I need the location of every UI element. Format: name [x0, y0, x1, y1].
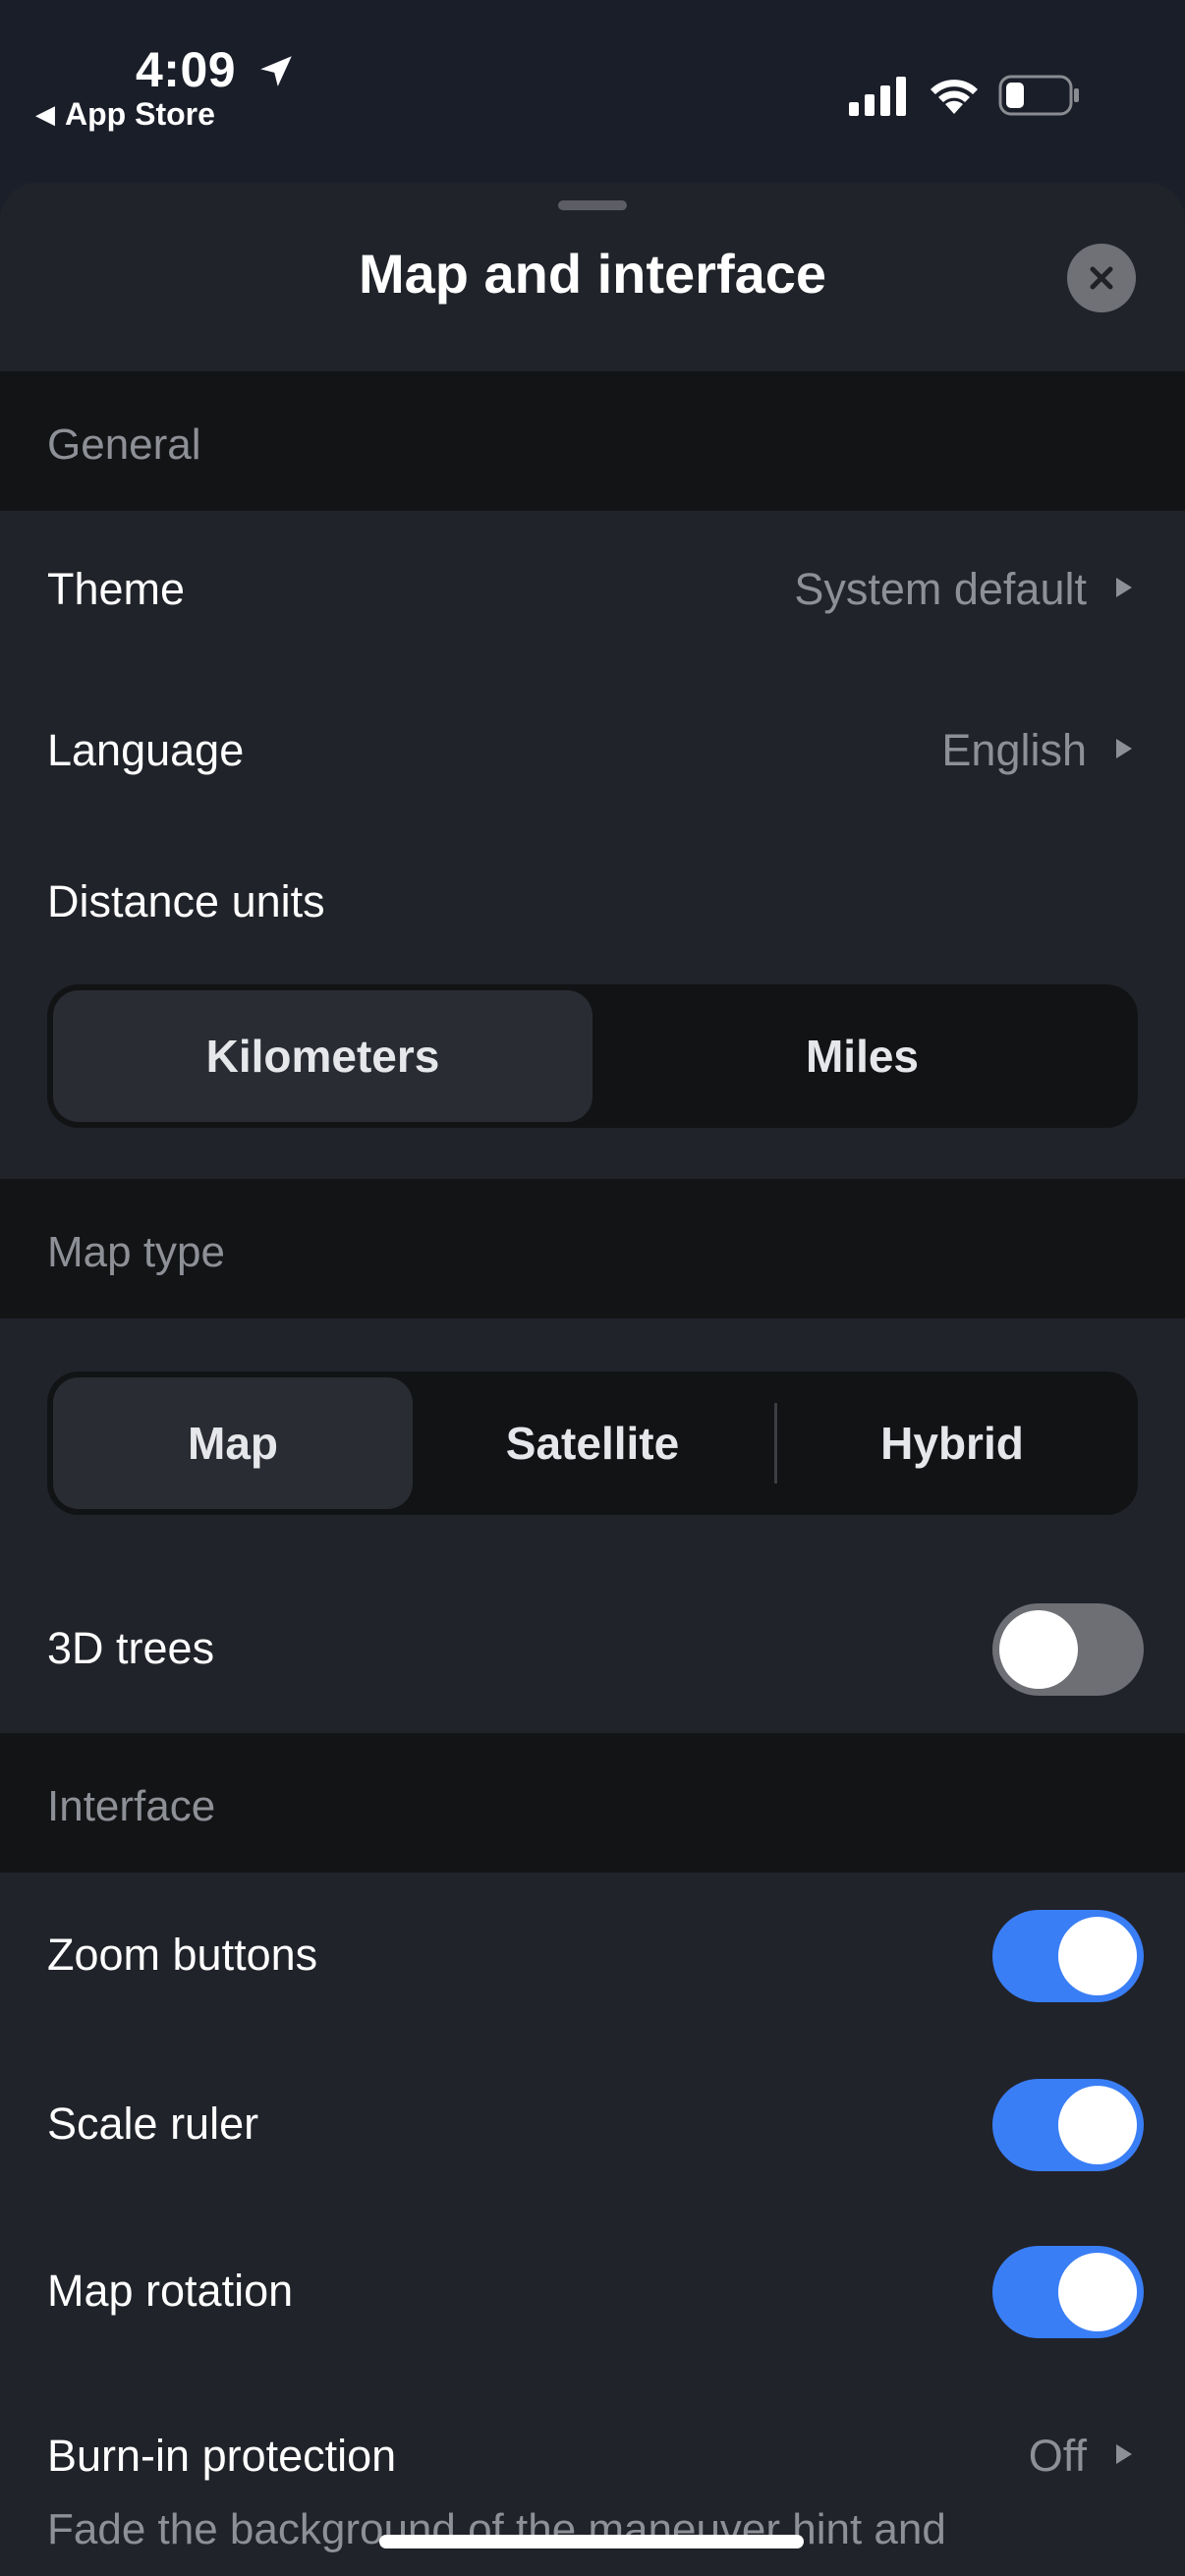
language-label: Language	[47, 725, 245, 775]
toggle-knob	[1058, 1917, 1137, 1995]
page-title: Map and interface	[358, 243, 827, 305]
scale-ruler-label: Scale ruler	[47, 2099, 259, 2149]
zoom-buttons-toggle[interactable]	[992, 1910, 1144, 2002]
back-app-label: App Store	[65, 96, 215, 132]
section-header-interface: Interface	[0, 1733, 1185, 1873]
distance-units-label: Distance units	[47, 876, 325, 926]
burn-in-value: Off	[1028, 2431, 1087, 2481]
status-time: 4:09	[136, 42, 237, 97]
toggle-knob	[1058, 2086, 1137, 2164]
sheet-grabber[interactable]	[558, 200, 627, 210]
toggle-knob	[999, 1610, 1078, 1689]
segment-satellite[interactable]: Satellite	[413, 1377, 772, 1509]
settings-sheet: Map and interface General Theme System d…	[0, 183, 1185, 2576]
distance-units-control: Kilometers Miles	[47, 984, 1138, 1128]
wifi-icon	[931, 80, 978, 114]
segment-miles[interactable]: Miles	[592, 990, 1132, 1122]
section-header-general: General	[0, 371, 1185, 511]
cellular-signal-icon	[849, 77, 906, 116]
status-bar: 4:09 ◀ App Store	[0, 0, 1185, 182]
theme-value: System default	[794, 564, 1087, 614]
section-header-map-type: Map type	[0, 1179, 1185, 1318]
trees-3d-label: 3D trees	[47, 1623, 215, 1673]
zoom-buttons-label: Zoom buttons	[47, 1930, 318, 1980]
chevron-right-icon	[1116, 578, 1132, 597]
close-icon	[1090, 266, 1113, 290]
back-to-app-store[interactable]: ◀ App Store	[35, 96, 215, 133]
burn-in-label: Burn-in protection	[47, 2431, 397, 2481]
battery-icon	[998, 75, 1079, 116]
toggle-knob	[1058, 2253, 1137, 2331]
map-rotation-label: Map rotation	[47, 2266, 294, 2316]
segment-map[interactable]: Map	[53, 1377, 413, 1509]
home-indicator[interactable]	[379, 2535, 804, 2548]
chevron-right-icon	[1116, 2444, 1132, 2464]
scale-ruler-toggle[interactable]	[992, 2079, 1144, 2171]
theme-label: Theme	[47, 564, 186, 614]
segment-kilometers[interactable]: Kilometers	[53, 990, 592, 1122]
trees-3d-toggle[interactable]	[992, 1603, 1144, 1696]
chevron-right-icon	[1116, 739, 1132, 758]
section-title: Interface	[47, 1782, 216, 1830]
language-value: English	[941, 725, 1087, 775]
location-arrow-icon	[260, 56, 292, 86]
back-triangle-icon: ◀	[35, 99, 55, 129]
close-button[interactable]	[1067, 244, 1136, 312]
map-type-control: Map Satellite Hybrid	[47, 1372, 1138, 1515]
segment-hybrid[interactable]: Hybrid	[772, 1377, 1132, 1509]
segment-divider	[774, 1403, 777, 1484]
section-title: General	[47, 420, 201, 469]
section-title: Map type	[47, 1228, 225, 1276]
map-rotation-toggle[interactable]	[992, 2246, 1144, 2338]
